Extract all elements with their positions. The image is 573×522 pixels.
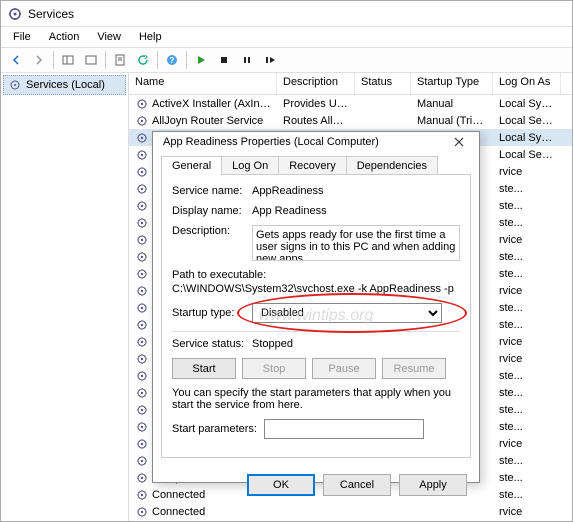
service-icon bbox=[135, 97, 149, 111]
label-service-status: Service status: bbox=[172, 338, 252, 350]
col-logon-header[interactable]: Log On As bbox=[493, 73, 561, 94]
tab-logon[interactable]: Log On bbox=[221, 156, 279, 175]
list-header: Name Description Status Startup Type Log… bbox=[129, 73, 572, 95]
title-bar: Services bbox=[1, 1, 572, 27]
dialog-title: App Readiness Properties (Local Computer… bbox=[163, 136, 379, 148]
menu-help[interactable]: Help bbox=[131, 29, 170, 45]
start-params-input[interactable] bbox=[264, 419, 424, 439]
pause-button[interactable] bbox=[236, 49, 258, 71]
resume-button: Resume bbox=[382, 358, 446, 379]
restart-button[interactable] bbox=[259, 49, 281, 71]
tree-root-label: Services (Local) bbox=[26, 79, 105, 91]
tab-recovery[interactable]: Recovery bbox=[278, 156, 346, 175]
service-icon bbox=[135, 454, 149, 468]
play-button[interactable] bbox=[190, 49, 212, 71]
service-icon bbox=[135, 148, 149, 162]
service-icon bbox=[135, 216, 149, 230]
tab-strip: General Log On Recovery Dependencies bbox=[153, 152, 479, 175]
service-icon bbox=[135, 335, 149, 349]
service-icon bbox=[135, 233, 149, 247]
help-button[interactable]: ? bbox=[161, 49, 183, 71]
services-app-icon bbox=[7, 6, 23, 22]
toolbar: ? bbox=[1, 47, 572, 73]
service-icon bbox=[135, 182, 149, 196]
service-icon bbox=[135, 369, 149, 383]
tree-services-local[interactable]: Services (Local) bbox=[3, 75, 126, 95]
service-icon bbox=[135, 318, 149, 332]
stop-button[interactable] bbox=[213, 49, 235, 71]
service-icon bbox=[135, 352, 149, 366]
close-icon bbox=[453, 136, 465, 148]
window-title: Services bbox=[28, 7, 74, 21]
tab-dependencies[interactable]: Dependencies bbox=[346, 156, 438, 175]
value-service-name: AppReadiness bbox=[252, 185, 460, 197]
pause-button: Pause bbox=[312, 358, 376, 379]
cancel-button[interactable]: Cancel bbox=[323, 474, 391, 496]
service-row[interactable]: AllJoyn Router ServiceRoutes AllJo...Man… bbox=[129, 112, 572, 129]
export-button[interactable] bbox=[80, 49, 102, 71]
service-icon bbox=[135, 301, 149, 315]
service-icon bbox=[135, 250, 149, 264]
service-icon bbox=[135, 131, 149, 145]
service-icon bbox=[135, 420, 149, 434]
service-icon bbox=[135, 505, 149, 519]
col-startup-header[interactable]: Startup Type bbox=[411, 73, 493, 94]
service-icon bbox=[135, 284, 149, 298]
value-display-name: App Readiness bbox=[252, 205, 460, 217]
dialog-button-row: OK Cancel Apply bbox=[153, 466, 479, 506]
label-path: Path to executable: bbox=[172, 269, 460, 281]
col-description-header[interactable]: Description bbox=[277, 73, 355, 94]
close-button[interactable] bbox=[449, 132, 469, 152]
service-row[interactable]: ActiveX Installer (AxInstSV)Provides Us.… bbox=[129, 95, 572, 112]
label-startup-type: Startup type: bbox=[172, 307, 252, 319]
label-service-name: Service name: bbox=[172, 185, 252, 197]
back-button[interactable] bbox=[5, 49, 27, 71]
service-icon bbox=[135, 165, 149, 179]
services-tree-icon bbox=[8, 78, 22, 92]
label-description: Description: bbox=[172, 225, 252, 237]
service-icon bbox=[135, 403, 149, 417]
start-button[interactable]: Start bbox=[172, 358, 236, 379]
menu-view[interactable]: View bbox=[89, 29, 129, 45]
apply-button[interactable]: Apply bbox=[399, 474, 467, 496]
value-path: C:\WINDOWS\System32\svchost.exe -k AppRe… bbox=[172, 283, 460, 295]
menu-action[interactable]: Action bbox=[41, 29, 88, 45]
help-text: You can specify the start parameters tha… bbox=[172, 387, 460, 411]
tree-pane: Services (Local) bbox=[1, 73, 129, 521]
forward-button[interactable] bbox=[28, 49, 50, 71]
ok-button[interactable]: OK bbox=[247, 474, 315, 496]
show-hide-button[interactable] bbox=[57, 49, 79, 71]
service-icon bbox=[135, 267, 149, 281]
service-icon bbox=[135, 471, 149, 485]
menu-bar: File Action View Help bbox=[1, 27, 572, 47]
tab-general[interactable]: General bbox=[161, 156, 222, 175]
value-description: Gets apps ready for use the first time a… bbox=[252, 225, 460, 261]
col-status-header[interactable]: Status bbox=[355, 73, 411, 94]
col-name-header[interactable]: Name bbox=[129, 73, 277, 94]
stop-button: Stop bbox=[242, 358, 306, 379]
service-icon bbox=[135, 199, 149, 213]
tab-content-general: Service name: AppReadiness Display name:… bbox=[161, 174, 471, 458]
label-start-params: Start parameters: bbox=[172, 423, 264, 435]
properties-button[interactable] bbox=[109, 49, 131, 71]
service-icon bbox=[135, 386, 149, 400]
service-row[interactable]: Contact Dste... bbox=[129, 520, 572, 521]
value-service-status: Stopped bbox=[252, 338, 460, 350]
service-icon bbox=[135, 114, 149, 128]
menu-file[interactable]: File bbox=[5, 29, 39, 45]
label-display-name: Display name: bbox=[172, 205, 252, 217]
svg-text:?: ? bbox=[170, 56, 175, 65]
startup-type-select[interactable]: Disabled bbox=[252, 303, 442, 323]
service-icon bbox=[135, 437, 149, 451]
refresh-button[interactable] bbox=[132, 49, 154, 71]
service-icon bbox=[135, 488, 149, 502]
dialog-title-bar: App Readiness Properties (Local Computer… bbox=[153, 132, 479, 152]
properties-dialog: App Readiness Properties (Local Computer… bbox=[152, 131, 480, 483]
